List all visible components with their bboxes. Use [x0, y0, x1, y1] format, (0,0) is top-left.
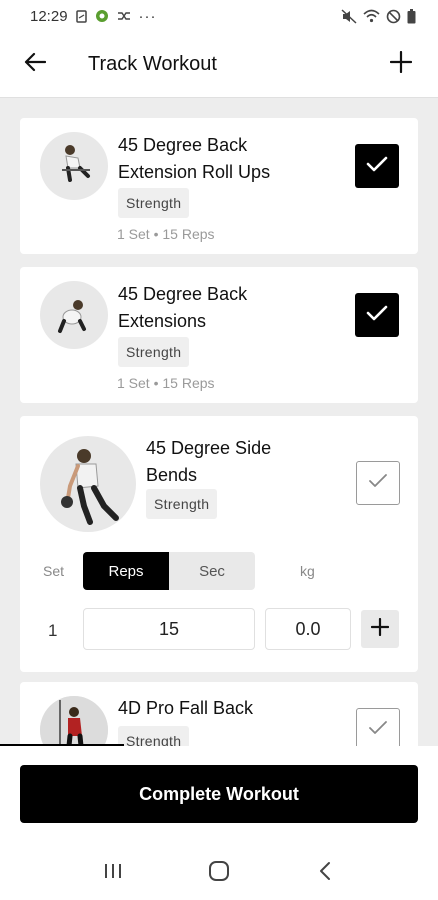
wifi-icon	[363, 9, 380, 23]
home-icon	[208, 860, 230, 887]
category-tag: Strength	[146, 489, 218, 519]
reps-input[interactable]: 15	[83, 608, 255, 650]
page-title: Track Workout	[88, 53, 217, 75]
exercise-thumbnail	[40, 436, 136, 532]
set-column-header: Set	[43, 563, 65, 579]
exercise-card[interactable]: 4D Pro Fall Back Strength	[20, 682, 418, 746]
set-number: 1	[48, 621, 58, 640]
status-time: 12:29	[30, 7, 68, 25]
completed-checkbox[interactable]	[355, 144, 399, 188]
add-set-button[interactable]	[361, 610, 399, 648]
shuffle-icon	[117, 10, 131, 22]
weight-input[interactable]: 0.0	[265, 608, 351, 650]
exercise-title: 45 Degree Back	[118, 135, 248, 155]
exercise-card-expanded[interactable]: 45 Degree Side Bends Strength Set Reps S…	[20, 416, 418, 672]
exercise-title: 4D Pro Fall Back	[118, 698, 254, 718]
complete-workout-button[interactable]: Complete Workout	[20, 765, 418, 823]
plus-icon	[370, 617, 390, 641]
exercise-card[interactable]: 45 Degree Back Extensions Strength 1 Set…	[20, 267, 418, 403]
exercise-title-line2: Extension Roll Ups	[118, 162, 271, 182]
exercise-thumbnail	[40, 132, 108, 200]
reps-sec-toggle: Reps Sec	[83, 552, 255, 590]
category-tag: Strength	[118, 188, 190, 218]
check-icon	[368, 720, 388, 741]
exercise-summary: 1 Set • 15 Reps	[117, 375, 215, 391]
completed-checkbox[interactable]	[355, 293, 399, 337]
document-icon	[75, 9, 87, 23]
arrow-left-icon	[24, 52, 47, 77]
exercise-title-line2: Extensions	[118, 311, 207, 331]
check-icon	[366, 304, 388, 327]
bottom-panel: Complete Workout	[0, 746, 438, 900]
status-more: ···	[138, 7, 157, 25]
sec-toggle-button[interactable]: Sec	[169, 552, 255, 590]
no-signal-icon	[386, 9, 401, 24]
exercise-thumbnail	[40, 696, 108, 746]
category-tag: Strength	[118, 726, 190, 746]
completed-checkbox[interactable]	[356, 461, 400, 505]
completed-checkbox[interactable]	[356, 708, 400, 746]
kg-column-header: kg	[300, 563, 315, 579]
exercise-summary: 1 Set • 15 Reps	[117, 226, 215, 242]
exercise-title: 45 Degree Side	[146, 438, 272, 458]
app-notification-icon	[95, 9, 109, 23]
check-icon	[368, 473, 388, 494]
category-tag: Strength	[118, 337, 190, 367]
recent-apps-button[interactable]	[88, 853, 138, 893]
exercise-title: 45 Degree Back	[118, 284, 248, 304]
system-back-button[interactable]	[300, 853, 350, 893]
plus-icon	[389, 50, 413, 78]
exercise-thumbnail	[40, 281, 108, 349]
exercise-title-line2: Bends	[146, 465, 198, 485]
add-exercise-button[interactable]	[364, 32, 438, 98]
recent-apps-icon	[103, 862, 123, 885]
check-icon	[366, 155, 388, 178]
back-button[interactable]	[0, 32, 70, 98]
exercise-list[interactable]: 45 Degree Back Extension Roll Ups Streng…	[0, 98, 438, 746]
status-bar: 12:29 ···	[0, 0, 438, 32]
app-bar: Track Workout	[0, 32, 438, 98]
system-navigation-bar	[0, 846, 438, 900]
mute-icon	[341, 8, 357, 24]
exercise-card[interactable]: 45 Degree Back Extension Roll Ups Streng…	[20, 118, 418, 254]
chevron-left-icon	[318, 861, 332, 886]
battery-icon	[407, 8, 416, 24]
reps-toggle-button[interactable]: Reps	[83, 552, 169, 590]
home-button[interactable]	[194, 853, 244, 893]
